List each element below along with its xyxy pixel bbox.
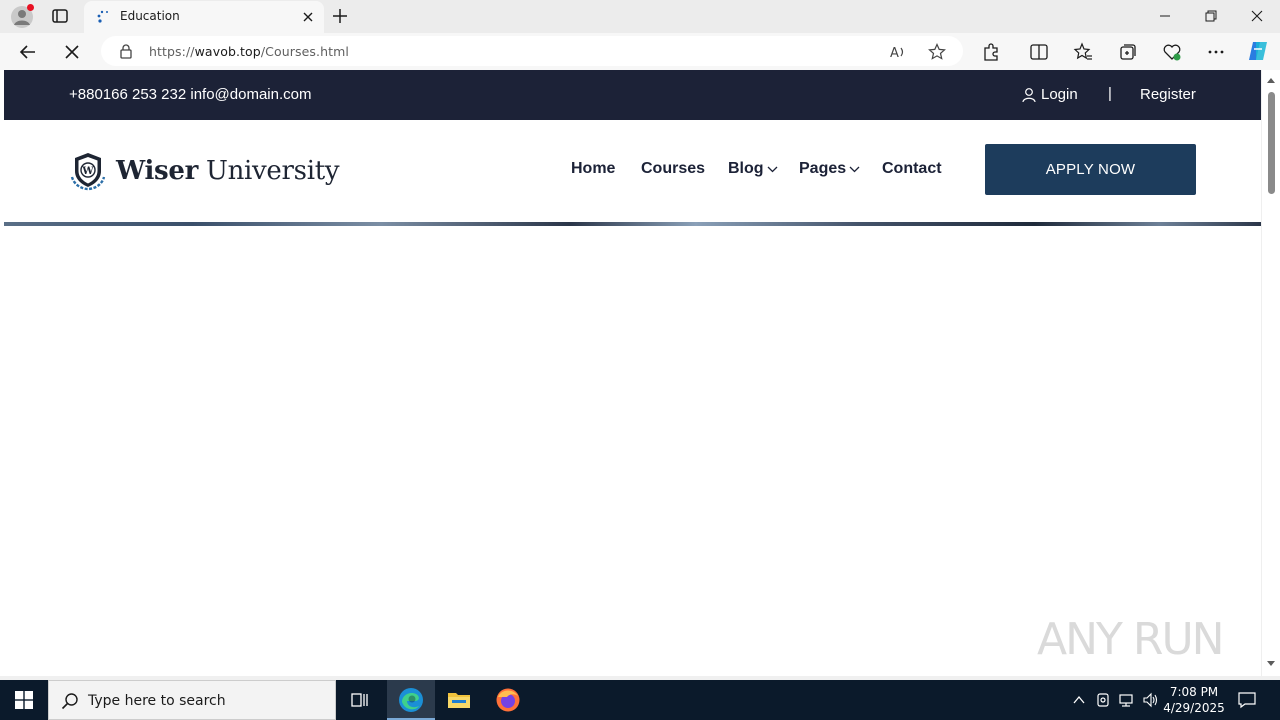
new-tab-icon[interactable] <box>331 7 349 25</box>
folder-icon <box>448 693 470 708</box>
nav-contact[interactable]: Contact <box>882 160 942 178</box>
more-options-icon[interactable] <box>1206 42 1226 62</box>
copilot-icon[interactable] <box>1246 39 1270 63</box>
url-path: /Courses.html <box>260 44 349 59</box>
svg-text:A: A <box>890 46 899 61</box>
url-prefix: https:// <box>149 44 195 59</box>
address-bar[interactable]: https://wavob.top/Courses.html A <box>101 36 963 66</box>
clock-time: 7:08 PM <box>1169 685 1219 699</box>
stop-loading-icon[interactable] <box>60 40 84 64</box>
url-host: wavob.top <box>194 44 261 59</box>
meet-now-icon[interactable] <box>1095 692 1111 708</box>
task-view-icon <box>351 693 368 707</box>
firefox-icon <box>496 688 520 712</box>
logo-bold: Wiser <box>116 156 198 186</box>
apply-now-button[interactable]: APPLY NOW <box>985 144 1196 195</box>
contact-info: +880166 253 232 info@domain.com <box>69 86 312 103</box>
logo-text: Wiser University <box>116 156 340 186</box>
close-tab-icon[interactable] <box>300 9 316 25</box>
nav-home[interactable]: Home <box>571 160 615 178</box>
system-clock[interactable]: 7:08 PM 4/29/2025 <box>1160 684 1228 716</box>
volume-icon[interactable] <box>1142 692 1158 708</box>
edge-taskbar-button[interactable] <box>387 680 435 720</box>
nav-blog[interactable]: Blog <box>728 160 778 178</box>
scroll-up-arrow-icon[interactable] <box>1266 76 1276 84</box>
login-link[interactable]: Login <box>1021 86 1078 103</box>
search-icon <box>61 693 78 710</box>
windows-logo-icon <box>15 691 33 709</box>
nav-blog-label: Blog <box>728 160 764 177</box>
notifications-icon[interactable] <box>1237 690 1257 710</box>
edge-icon <box>399 688 423 712</box>
vertical-scrollbar[interactable] <box>1261 70 1280 676</box>
start-button[interactable] <box>0 680 48 720</box>
close-icon <box>1251 10 1263 22</box>
tab-education[interactable]: Education <box>84 1 324 33</box>
read-aloud-icon[interactable]: A <box>889 43 907 61</box>
taskbar-search[interactable]: Type here to search <box>48 680 336 720</box>
tab-actions-icon[interactable] <box>51 7 69 25</box>
browser-titlebar: Education <box>0 0 1280 33</box>
site-header: W Wiser University Home Courses Blog Pag… <box>4 120 1261 222</box>
clock-date: 4/29/2025 <box>1163 701 1225 715</box>
anyrun-watermark: ANY RUN <box>1037 606 1237 672</box>
login-label: Login <box>1041 86 1078 103</box>
nav-courses[interactable]: Courses <box>641 160 705 178</box>
url-text[interactable]: https://wavob.top/Courses.html <box>149 44 349 59</box>
chevron-down-icon <box>849 166 860 173</box>
collections-icon[interactable] <box>1118 42 1138 62</box>
favorite-star-icon[interactable] <box>928 43 946 61</box>
search-placeholder: Type here to search <box>88 693 226 709</box>
file-explorer-taskbar-button[interactable] <box>435 680 483 720</box>
favorites-icon[interactable] <box>1073 42 1093 62</box>
split-screen-icon[interactable] <box>1029 42 1049 62</box>
lock-icon[interactable] <box>118 43 134 59</box>
scroll-thumb[interactable] <box>1268 92 1275 194</box>
topbar-separator: | <box>1108 85 1112 102</box>
back-arrow-icon[interactable] <box>16 40 40 64</box>
firefox-taskbar-button[interactable] <box>484 680 532 720</box>
site-logo[interactable]: W Wiser University <box>68 151 340 191</box>
network-icon[interactable] <box>1118 692 1134 708</box>
restore-icon <box>1205 10 1217 22</box>
webpage: +880166 253 232 info@domain.com Login | … <box>4 70 1261 676</box>
nav-pages[interactable]: Pages <box>799 160 860 178</box>
university-crest-icon: W <box>70 153 106 191</box>
watermark-text: ANY RUN <box>1037 613 1225 665</box>
user-icon <box>1022 87 1036 102</box>
chevron-down-icon <box>767 166 778 173</box>
minimize-button[interactable] <box>1142 0 1188 32</box>
task-view-button[interactable] <box>336 680 384 720</box>
logo-regular: University <box>205 156 340 186</box>
scroll-down-arrow-icon[interactable] <box>1266 660 1276 668</box>
close-window-button[interactable] <box>1234 0 1280 32</box>
tab-title: Education <box>120 9 180 23</box>
extensions-icon[interactable] <box>981 42 1001 62</box>
restore-button[interactable] <box>1188 0 1234 32</box>
windows-taskbar: Type here to search 7:08 PM 4/29/2025 <box>0 680 1280 720</box>
minimize-icon <box>1160 15 1170 17</box>
register-link[interactable]: Register <box>1140 86 1196 103</box>
notification-dot <box>27 4 34 11</box>
site-topbar: +880166 253 232 info@domain.com Login | … <box>4 70 1261 120</box>
browser-essentials-icon[interactable] <box>1162 42 1182 62</box>
show-hidden-icons-chevron-icon[interactable] <box>1071 692 1087 708</box>
svg-text:W: W <box>81 166 94 177</box>
browser-toolbar: https://wavob.top/Courses.html A <box>0 33 1280 70</box>
loading-spinner-icon <box>97 10 108 23</box>
nav-pages-label: Pages <box>799 160 847 177</box>
header-divider <box>4 222 1261 226</box>
